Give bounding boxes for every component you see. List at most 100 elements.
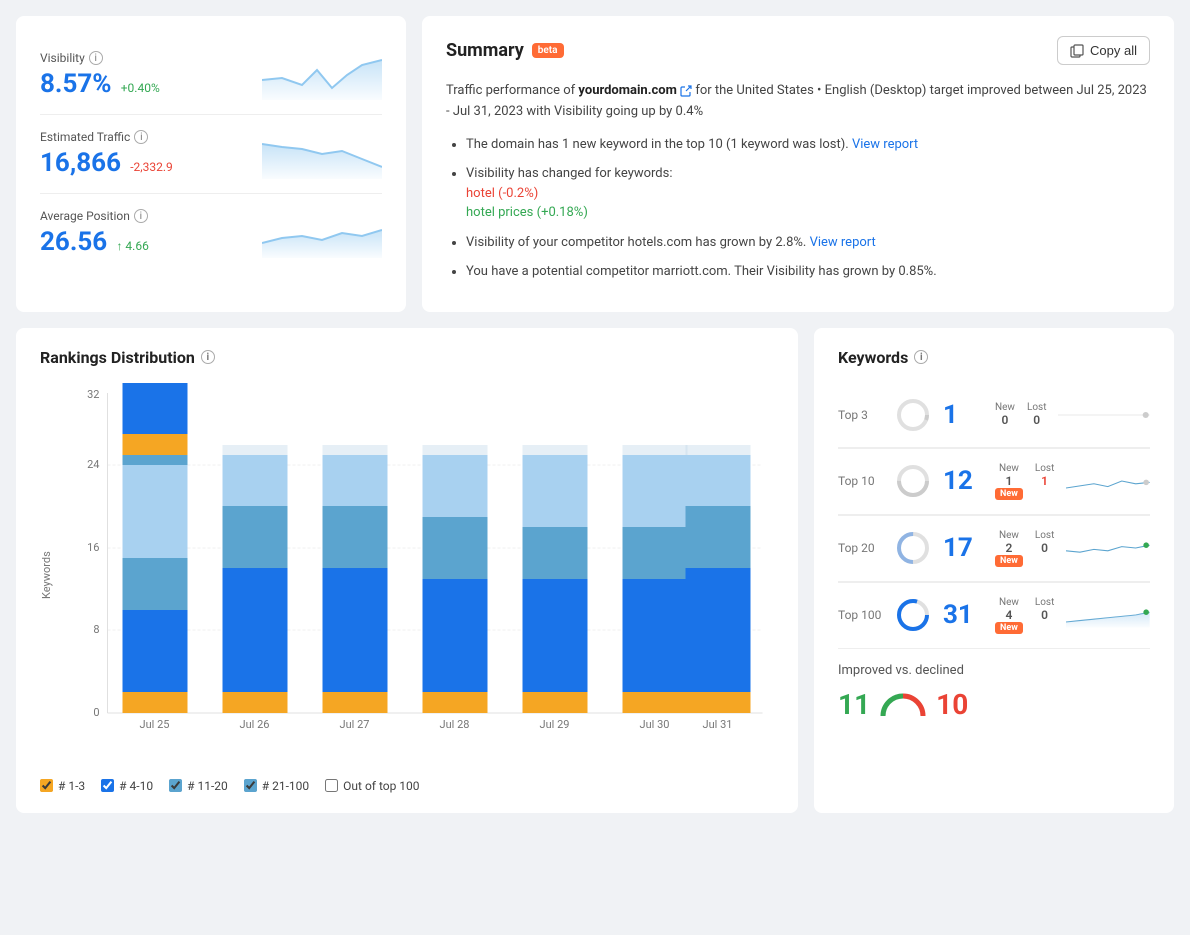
- svg-text:Jul 28: Jul 28: [440, 718, 470, 731]
- keywords-info-icon[interactable]: i: [914, 350, 928, 364]
- summary-title-group: Summary beta: [446, 40, 564, 61]
- avgposition-chart: [262, 208, 382, 258]
- copy-icon: [1070, 44, 1084, 58]
- summary-header: Summary beta Copy all: [446, 36, 1150, 65]
- legend-1-3-checkbox[interactable]: [40, 779, 53, 792]
- legend-11-20-label: # 11-20: [187, 779, 228, 793]
- kw-top20-value: 17: [943, 533, 983, 563]
- svg-text:32: 32: [87, 388, 99, 401]
- summary-title-text: Summary: [446, 40, 524, 61]
- visibility-metric: Visibility i 8.57% +0.40%: [40, 36, 382, 115]
- visibility-info-icon[interactable]: i: [89, 51, 103, 65]
- kw-top100-new: 4 New: [995, 608, 1023, 634]
- kw-top3-new: 0: [1002, 413, 1009, 427]
- kw-top100: Top 100 31 New 4 New Lost0: [838, 583, 1150, 649]
- avgposition-value: 26.56: [40, 227, 107, 257]
- legend-21-100: # 21-100: [244, 779, 309, 793]
- hotel-prices-keyword-link[interactable]: hotel prices: [466, 205, 533, 220]
- kw-top10-new: 1 New: [995, 474, 1023, 500]
- legend-11-20-checkbox[interactable]: [169, 779, 182, 792]
- visibility-label: Visibility: [40, 51, 85, 65]
- improved-count: 11: [838, 688, 870, 721]
- summary-bullets: The domain has 1 new keyword in the top …: [446, 135, 1150, 282]
- summary-panel: Summary beta Copy all Traffic performanc…: [422, 16, 1174, 312]
- traffic-label: Estimated Traffic: [40, 130, 130, 144]
- kw-top20-label: Top 20: [838, 541, 883, 555]
- legend-21-100-label: # 21-100: [262, 779, 309, 793]
- svg-text:Jul 30: Jul 30: [640, 718, 670, 731]
- improved-section: Improved vs. declined 11 10: [838, 649, 1150, 721]
- kw-top20: Top 20 17 New 2 New Lost0: [838, 516, 1150, 582]
- kw-top3-ring: [895, 397, 931, 433]
- kw-top100-new-lost: New 4 New Lost0: [995, 597, 1054, 634]
- summary-intro: Traffic performance of yourdomain.com fo…: [446, 81, 1150, 123]
- legend-out-top-100-checkbox[interactable]: [325, 779, 338, 792]
- kw-top3: Top 3 1 New0 Lost0: [838, 383, 1150, 448]
- legend-1-3-label: # 1-3: [58, 779, 85, 793]
- new-badge-top100: New: [995, 622, 1023, 634]
- traffic-value: 16,866: [40, 148, 121, 178]
- bar-jul25: Jul 25: [123, 383, 188, 731]
- improved-title: Improved vs. declined: [838, 663, 1150, 678]
- hotel-keyword-link[interactable]: hotel: [466, 186, 495, 201]
- legend-out-top-100: Out of top 100: [325, 779, 419, 793]
- svg-text:8: 8: [93, 623, 99, 636]
- traffic-info-icon[interactable]: i: [134, 130, 148, 144]
- kw-top3-label: Top 3: [838, 408, 883, 422]
- avgposition-metric: Average Position i 26.56 ↑ 4.66: [40, 194, 382, 272]
- copy-all-button[interactable]: Copy all: [1057, 36, 1150, 65]
- bar-jul28: Jul 28: [423, 445, 488, 731]
- kw-top20-trend: [1066, 530, 1150, 566]
- gauge-icon: [878, 690, 928, 718]
- rankings-title: Rankings Distribution i: [40, 348, 774, 367]
- declined-count: 10: [936, 688, 968, 721]
- rankings-panel: Rankings Distribution i Keywords 0 8 16 …: [16, 328, 798, 813]
- summary-bullet-2: Visibility has changed for keywords: hot…: [466, 164, 1150, 223]
- y-axis-label: Keywords: [40, 383, 53, 767]
- visibility-change: +0.40%: [121, 81, 160, 95]
- avgposition-label: Average Position: [40, 209, 130, 223]
- legend-4-10-checkbox[interactable]: [101, 779, 114, 792]
- svg-text:Jul 29: Jul 29: [540, 718, 570, 731]
- legend-4-10-label: # 4-10: [119, 779, 153, 793]
- bar-jul27: Jul 27: [323, 445, 388, 731]
- legend-out-top-100-label: Out of top 100: [343, 779, 419, 793]
- kw-top20-ring: [895, 530, 931, 566]
- kw-top10-lost: 1: [1041, 474, 1048, 488]
- svg-text:0: 0: [93, 706, 99, 719]
- bar-jul26: Jul 26: [223, 445, 288, 731]
- bar-jul31: Jul 31: [686, 445, 751, 731]
- bar-jul30: Jul 30: [623, 445, 688, 731]
- improved-values: 11 10: [838, 688, 1150, 721]
- new-badge-top10: New: [995, 488, 1023, 500]
- bar-jul29: Jul 29: [523, 445, 588, 731]
- legend-21-100-checkbox[interactable]: [244, 779, 257, 792]
- traffic-chart: [262, 129, 382, 179]
- kw-top10-label: Top 10: [838, 474, 883, 488]
- kw-top10-new-lost: New 1 New Lost1: [995, 463, 1054, 500]
- view-report-link-1[interactable]: View report: [852, 137, 918, 152]
- new-badge-top20: New: [995, 555, 1023, 567]
- avgposition-info-icon[interactable]: i: [134, 209, 148, 223]
- beta-badge: beta: [532, 43, 564, 58]
- bar-chart: 0 8 16 24 32: [61, 383, 774, 763]
- kw-top100-label: Top 100: [838, 608, 883, 622]
- summary-bullet-3: Visibility of your competitor hotels.com…: [466, 233, 1150, 253]
- rankings-info-icon[interactable]: i: [201, 350, 215, 364]
- summary-bullet-1: The domain has 1 new keyword in the top …: [466, 135, 1150, 155]
- metrics-panel: Visibility i 8.57% +0.40%: [16, 16, 406, 312]
- avgposition-change: ↑ 4.66: [116, 239, 148, 253]
- kw-top10-trend: [1066, 463, 1150, 499]
- chart-legend: # 1-3 # 4-10 # 11-20 # 21-100 Out of top…: [40, 779, 774, 793]
- kw-top10-value: 12: [943, 466, 983, 496]
- keywords-panel: Keywords i Top 3 1 New0 Lost0 Top 10: [814, 328, 1174, 813]
- kw-top3-trend: [1058, 397, 1150, 433]
- kw-top100-lost: 0: [1041, 608, 1048, 622]
- kw-top3-new-lost: New0 Lost0: [995, 402, 1046, 427]
- visibility-value: 8.57%: [40, 69, 112, 99]
- traffic-change: -2,332.9: [130, 160, 173, 174]
- kw-top20-new-lost: New 2 New Lost0: [995, 530, 1054, 567]
- traffic-metric: Estimated Traffic i 16,866 -2,332.9: [40, 115, 382, 194]
- view-report-link-2[interactable]: View report: [810, 235, 876, 250]
- svg-text:Jul 26: Jul 26: [240, 718, 270, 731]
